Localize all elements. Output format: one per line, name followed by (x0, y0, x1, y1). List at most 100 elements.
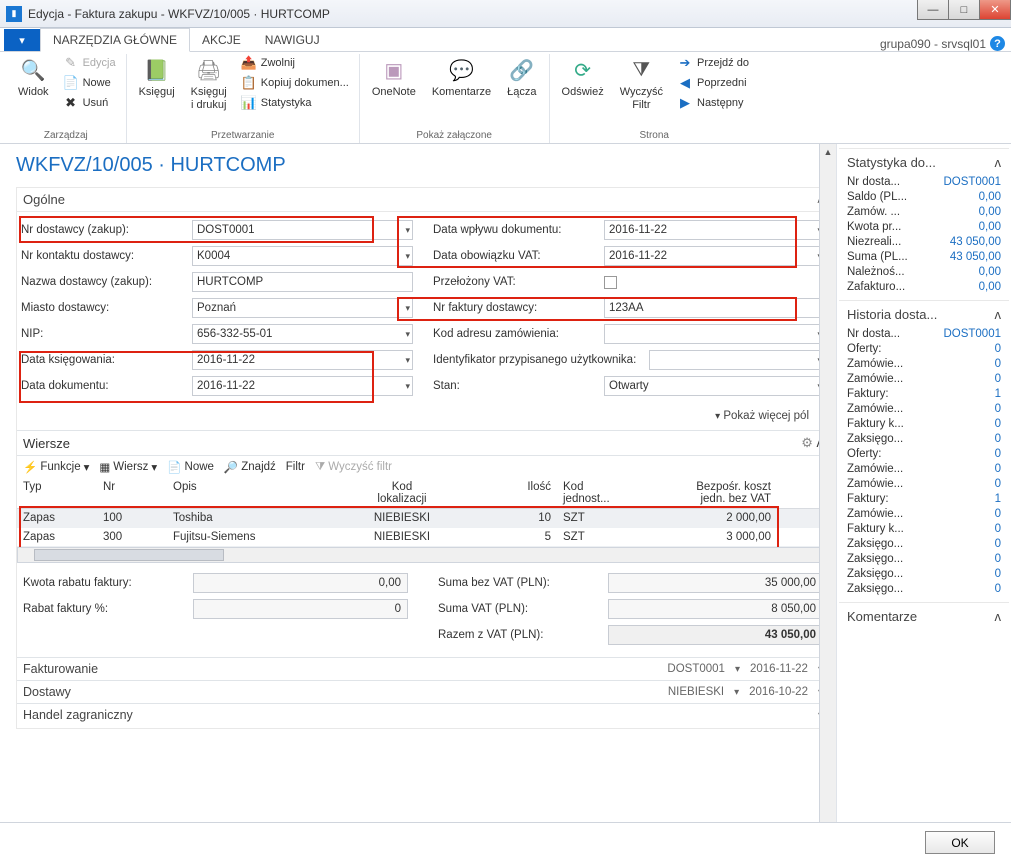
clear-filter-button[interactable]: ⧩ Wyczyść Filtr (616, 54, 667, 113)
post-button[interactable]: 📗 Księguj (135, 54, 179, 113)
table-row[interactable]: Zapas100ToshibaNIEBIESKI10SZT2 000,00 (17, 509, 829, 528)
tab-nawiguj[interactable]: NAWIGUJ (253, 29, 332, 51)
factbox-row[interactable]: Zamówie...0 (847, 476, 1001, 491)
onenote-button[interactable]: ▣ OneNote (368, 54, 420, 101)
ribbon-tabs: ▾ NARZĘDZIA GŁÓWNE AKCJE NAWIGUJ grupa09… (0, 28, 1011, 52)
comments-icon: 💬 (448, 56, 476, 84)
factbox-row[interactable]: Zaksięgo...0 (847, 551, 1001, 566)
page-title: WKFVZ/10/005 · HURTCOMP (16, 154, 830, 177)
suma-bez-field: 35 000,00 (608, 573, 823, 593)
lines-toolbar: ⚡ Funkcje ▾ ▦ Wiersz ▾ 📄 Nowe 🔎 Znajdź F… (17, 456, 829, 478)
stan-field[interactable]: Otwarty▾ (604, 376, 825, 396)
minimize-button[interactable]: — (917, 0, 949, 20)
factbox-row[interactable]: Oferty:0 (847, 446, 1001, 461)
factbox-row[interactable]: Niezreali...43 050,00 (847, 234, 1001, 249)
delete-action[interactable]: ✖Usuń (61, 94, 118, 112)
comments-button[interactable]: 💬 Komentarze (428, 54, 495, 101)
goto-action[interactable]: ➔Przejdź do (675, 54, 751, 72)
nip-field[interactable]: 656-332-55-01▾ (192, 324, 413, 344)
nr-faktury-field[interactable]: 123AA (604, 298, 825, 318)
factbox-row[interactable]: Zaksięgo...0 (847, 536, 1001, 551)
wyczysc-filtr-line[interactable]: ⧩ Wyczyść filtr (315, 461, 392, 474)
factbox-row[interactable]: Zaksięgo...0 (847, 581, 1001, 596)
lines-grid[interactable]: Typ Nr Opis Kod lokalizacji Ilość Kod je… (17, 478, 829, 547)
znajdz-line[interactable]: 🔎 Znajdź (224, 460, 276, 474)
factbox-row[interactable]: Nr dosta...DOST0001 (847, 326, 1001, 341)
kwota-rabatu-field[interactable]: 0,00 (193, 573, 408, 593)
nr-kontaktu-field[interactable]: K0004▾ (192, 246, 413, 266)
ok-button[interactable]: OK (925, 831, 995, 854)
title-bar: ▮ Edycja - Faktura zakupu - WKFVZ/10/005… (0, 0, 1011, 28)
factbox-row[interactable]: Faktury:1 (847, 491, 1001, 506)
fasttab-fakturowanie[interactable]: Fakturowanie DOST0001▾2016-11-22▾ (17, 657, 829, 680)
maximize-button[interactable]: □ (948, 0, 980, 20)
factbox-row[interactable]: Zamówie...0 (847, 506, 1001, 521)
factbox-row[interactable]: Faktury k...0 (847, 416, 1001, 431)
next-action[interactable]: ▶Następny (675, 94, 751, 112)
app-icon: ▮ (6, 6, 22, 22)
filtr-line[interactable]: Filtr (286, 461, 305, 473)
refresh-button[interactable]: ⟳ Odśwież (558, 54, 608, 113)
help-icon[interactable]: ? (990, 36, 1005, 51)
factbox-row[interactable]: Nr dosta...DOST0001 (847, 174, 1001, 189)
release-action[interactable]: 📤Zwolnij (239, 54, 351, 72)
funkcje-menu[interactable]: ⚡ Funkcje ▾ (23, 460, 89, 474)
links-button[interactable]: 🔗 Łącza (503, 54, 540, 101)
fasttab-wiersze-header[interactable]: Wiersze ⚙ ʌ (17, 430, 829, 456)
factbox-row[interactable]: Oferty:0 (847, 341, 1001, 356)
data-ksieg-field[interactable]: 2016-11-22▾ (192, 350, 413, 370)
factbox-row[interactable]: Saldo (PL...0,00 (847, 189, 1001, 204)
copy-doc-action[interactable]: 📋Kopiuj dokumen... (239, 74, 351, 92)
factbox-row[interactable]: Zamówie...0 (847, 461, 1001, 476)
factbox-row[interactable]: Zaksięgo...0 (847, 431, 1001, 446)
factbox-row[interactable]: Zamówie...0 (847, 401, 1001, 416)
factbox-row[interactable]: Faktury k...0 (847, 521, 1001, 536)
factbox-hist-header[interactable]: Historia dosta...ʌ (847, 303, 1001, 326)
fasttab-ogolne-header[interactable]: Ogólneʌ (17, 188, 829, 212)
factbox-row[interactable]: Zaksięgo...0 (847, 566, 1001, 581)
show-more-fields[interactable]: ▾ Pokaż więcej pól (17, 406, 829, 430)
nazwa-field[interactable]: HURTCOMP (192, 272, 413, 292)
vertical-scrollbar[interactable]: ▲ (819, 144, 836, 822)
file-menu[interactable]: ▾ (4, 29, 40, 51)
statistics-action[interactable]: 📊Statystyka (239, 94, 351, 112)
release-icon: 📤 (241, 55, 257, 71)
factbox-row[interactable]: Faktury:1 (847, 386, 1001, 401)
new-action[interactable]: 📄Nowe (61, 74, 118, 92)
tab-home[interactable]: NARZĘDZIA GŁÓWNE (40, 28, 190, 52)
fasttab-dostawy[interactable]: Dostawy NIEBIESKI▾2016-10-22▾ (17, 680, 829, 703)
kod-adresu-field[interactable]: ▾ (604, 324, 825, 344)
miasto-field[interactable]: Poznań▾ (192, 298, 413, 318)
factbox-row[interactable]: Zafakturo...0,00 (847, 279, 1001, 294)
table-row[interactable]: Zapas300Fujitsu-SiemensNIEBIESKI5SZT3 00… (17, 528, 829, 547)
previous-action[interactable]: ◀Poprzedni (675, 74, 751, 92)
nr-dostawcy-field[interactable]: DOST0001▾ (192, 220, 413, 240)
ident-field[interactable]: ▾ (649, 350, 825, 370)
factbox-row[interactable]: Zamów. ...0,00 (847, 204, 1001, 219)
factbox-row[interactable]: Zamówie...0 (847, 371, 1001, 386)
post-print-button[interactable]: 🖨 Księguj i drukuj (187, 54, 231, 113)
data-wplywu-field[interactable]: 2016-11-22▾ (604, 220, 825, 240)
window-title: Edycja - Faktura zakupu - WKFVZ/10/005 ·… (28, 7, 330, 21)
wiersz-menu[interactable]: ▦ Wiersz ▾ (99, 460, 157, 474)
data-dok-field[interactable]: 2016-11-22▾ (192, 376, 413, 396)
fasttab-handel[interactable]: Handel zagraniczny ▾ (17, 703, 829, 726)
factbox-row[interactable]: Należnoś...0,00 (847, 264, 1001, 279)
rabat-pct-field[interactable]: 0 (193, 599, 408, 619)
onenote-icon: ▣ (380, 56, 408, 84)
view-button[interactable]: 🔍 Widok (14, 54, 53, 112)
factbox-stat-header[interactable]: Statystyka do...ʌ (847, 151, 1001, 174)
factbox-row[interactable]: Kwota pr...0,00 (847, 219, 1001, 234)
factbox-row[interactable]: Zamówie...0 (847, 356, 1001, 371)
printer-icon: 🖨 (195, 56, 223, 84)
edit-action[interactable]: ✎Edycja (61, 54, 118, 72)
factbox-row[interactable]: Suma (PL...43 050,00 (847, 249, 1001, 264)
horizontal-scrollbar[interactable] (17, 547, 829, 563)
nowe-line[interactable]: 📄 Nowe (167, 460, 214, 474)
przelozony-checkbox[interactable] (604, 276, 617, 289)
data-vat-field[interactable]: 2016-11-22▾ (604, 246, 825, 266)
tab-akcje[interactable]: AKCJE (190, 29, 253, 51)
gear-icon[interactable]: ⚙ (801, 435, 813, 450)
factbox-komentarze-header[interactable]: Komentarzeʌ (847, 605, 1001, 628)
close-button[interactable]: ✕ (979, 0, 1011, 20)
